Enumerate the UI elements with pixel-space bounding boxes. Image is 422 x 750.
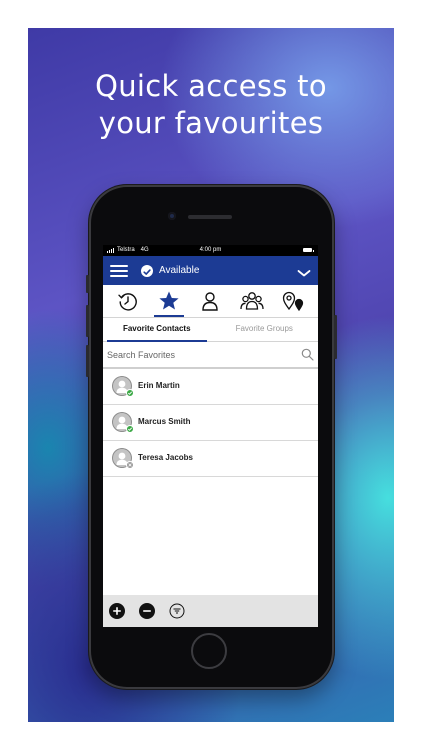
promo-background: Quick access to your favourites Telstra …: [28, 28, 394, 722]
battery-icon: [303, 248, 314, 252]
search-icon[interactable]: [301, 348, 314, 361]
contact-name: Erin Martin: [138, 381, 180, 390]
status-bar: Telstra 4G 4:00 pm: [103, 245, 318, 256]
presence-status[interactable]: Available: [159, 264, 199, 277]
add-icon[interactable]: [109, 603, 125, 619]
menu-icon[interactable]: [110, 265, 128, 277]
locations-icon[interactable]: [280, 288, 306, 314]
search-bar: [103, 342, 318, 369]
status-time: 4:00 pm: [199, 247, 222, 253]
available-status-icon: [126, 425, 134, 433]
list-item[interactable]: Marcus Smith: [103, 405, 318, 441]
tab-favorite-groups[interactable]: Favorite Groups: [211, 318, 319, 341]
earpiece-speaker: [188, 215, 232, 219]
offline-status-icon: [126, 461, 134, 469]
headline: Quick access to your favourites: [28, 68, 394, 142]
front-camera: [168, 212, 176, 220]
headline-line-1: Quick access to: [95, 69, 327, 103]
contact-name: Teresa Jacobs: [138, 453, 193, 462]
bottom-action-bar: [103, 595, 318, 627]
presence-check-icon[interactable]: [141, 265, 153, 277]
recent-icon[interactable]: [115, 288, 141, 314]
section-icon-tabs: [103, 285, 318, 317]
favorites-star-icon[interactable]: [154, 288, 185, 317]
contact-icon[interactable]: [197, 288, 223, 314]
volume-up-button: [86, 305, 89, 337]
remove-icon[interactable]: [139, 603, 155, 619]
groups-icon[interactable]: [239, 288, 265, 314]
available-status-icon: [126, 389, 134, 397]
filter-icon[interactable]: [169, 603, 185, 619]
contact-name: Marcus Smith: [138, 417, 191, 426]
headline-line-2: your favourites: [98, 106, 324, 140]
app-screen: Telstra 4G 4:00 pm Available Favorite Co…: [103, 245, 318, 627]
home-button: [191, 633, 227, 669]
power-button: [334, 315, 337, 359]
chevron-down-icon[interactable]: [297, 265, 311, 277]
app-header: Available: [103, 256, 318, 285]
list-item[interactable]: Erin Martin: [103, 369, 318, 405]
phone-frame: Telstra 4G 4:00 pm Available Favorite Co…: [86, 185, 337, 689]
list-item[interactable]: Teresa Jacobs: [103, 441, 318, 477]
search-input[interactable]: [103, 349, 287, 360]
mute-switch: [86, 275, 89, 293]
favorite-contacts-list: Erin Martin Marcus Smith Teresa Jacobs: [103, 369, 318, 477]
favorites-subtabs: Favorite Contacts Favorite Groups: [103, 317, 318, 342]
volume-down-button: [86, 345, 89, 377]
tab-favorite-contacts[interactable]: Favorite Contacts: [103, 318, 211, 342]
